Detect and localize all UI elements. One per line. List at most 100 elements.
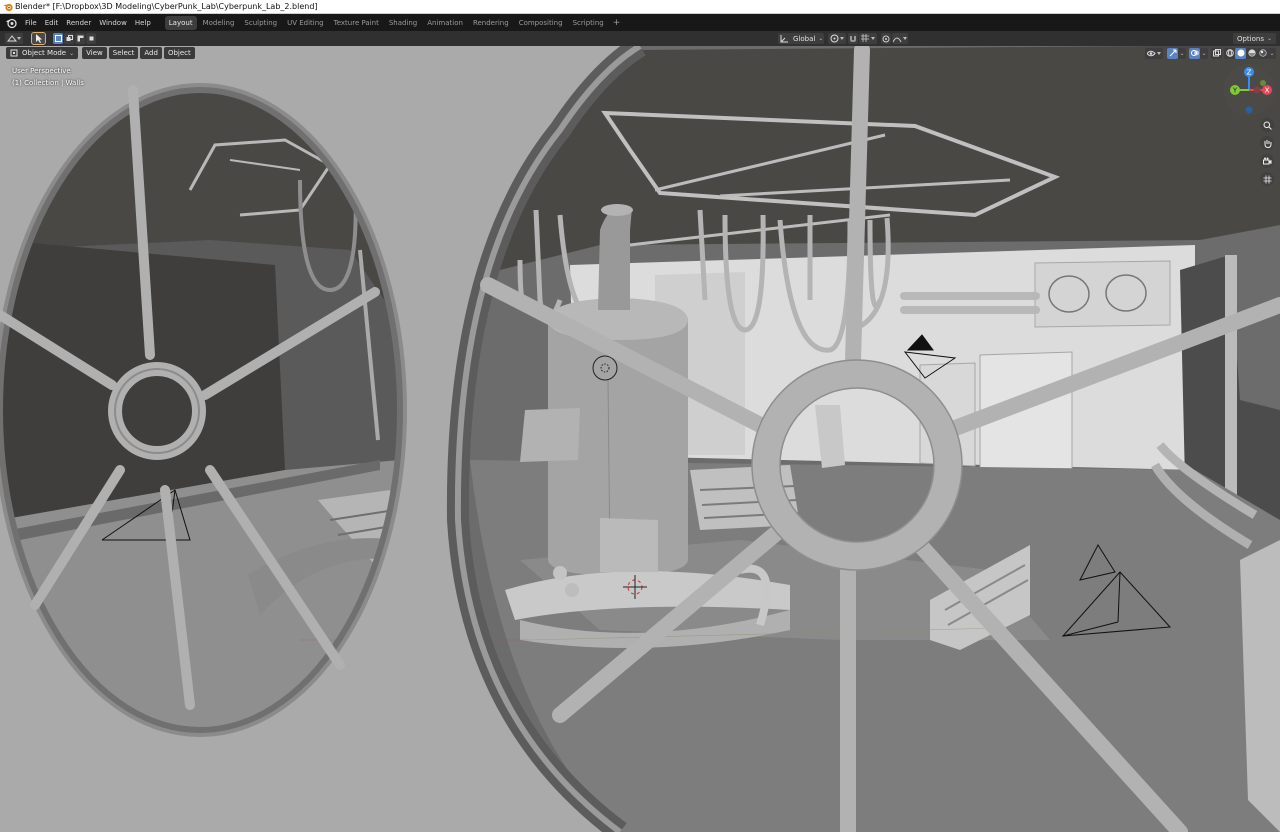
zoom-button[interactable] (1260, 118, 1274, 132)
gizmo-z-label: Z (1247, 69, 1252, 77)
menu-edit[interactable]: Edit (41, 19, 63, 27)
shading-material-button[interactable] (1246, 47, 1257, 59)
select-extend-icon (66, 35, 73, 41)
menu-object[interactable]: Object (163, 47, 195, 59)
cursor-icon (35, 34, 42, 43)
gizmo-icon (1169, 49, 1176, 57)
transform-orientation-select[interactable]: Global ⌄ (778, 33, 824, 44)
tab-rendering[interactable]: Rendering (469, 16, 513, 30)
tab-compositing[interactable]: Compositing (515, 16, 567, 30)
falloff-curve-icon (893, 37, 907, 43)
orientation-icon (780, 35, 788, 43)
menu-file[interactable]: File (21, 19, 41, 27)
options-button[interactable]: Options ⌄ (1232, 33, 1276, 44)
view-name-label: User Perspective (12, 67, 71, 75)
add-workspace-button[interactable]: + (610, 18, 624, 28)
chevron-down-icon: ⌄ (69, 49, 75, 57)
shading-rendered-button[interactable] (1257, 47, 1268, 59)
chevron-down-icon: ⌄ (1269, 49, 1275, 57)
shading-wire-icon (1225, 49, 1234, 57)
menu-window[interactable]: Window (95, 19, 131, 27)
snap-grid-icon (861, 34, 875, 42)
overlay-dropdown[interactable]: ⌄ (1200, 47, 1208, 59)
visibility-select[interactable] (1145, 47, 1163, 59)
pivot-point-select[interactable] (828, 33, 846, 44)
workspace-tabs: Layout Modeling Sculpting UV Editing Tex… (164, 15, 624, 30)
object-mode-icon (10, 49, 18, 57)
chevron-down-icon: ⌄ (1201, 49, 1207, 57)
pan-button[interactable] (1260, 136, 1274, 150)
camera-view-icon (1262, 157, 1271, 164)
menu-add[interactable]: Add (140, 47, 162, 59)
visibility-icon (1147, 50, 1161, 56)
snap-toggle[interactable] (848, 33, 858, 44)
shading-solid-icon (1237, 49, 1244, 57)
shading-wireframe-button[interactable] (1224, 47, 1235, 59)
tab-uv-editing[interactable]: UV Editing (283, 16, 328, 30)
snap-target-select[interactable] (859, 33, 877, 44)
shading-render-icon (1258, 49, 1267, 57)
overlay-icon (1190, 50, 1199, 56)
snap-icon (850, 35, 856, 42)
chevron-down-icon: ⌄ (1179, 49, 1185, 57)
select-tool-button[interactable] (31, 32, 46, 45)
object-mode-select[interactable]: Object Mode ⌄ (6, 47, 79, 59)
viewport-3d[interactable] (0, 31, 1280, 832)
select-mode-extend-button[interactable] (64, 33, 74, 44)
chevron-down-icon: ⌄ (818, 35, 824, 42)
top-bar: File Edit Render Window Help Layout Mode… (0, 14, 1280, 31)
proportional-edit-toggle[interactable] (881, 33, 891, 44)
pivot-icon (830, 34, 844, 43)
shading-dropdown[interactable]: ⌄ (1268, 47, 1276, 59)
camera-view-button[interactable] (1260, 154, 1274, 168)
select-box-icon (54, 35, 62, 42)
select-mode-new-button[interactable] (53, 33, 63, 44)
select-mode-intersect-button[interactable] (86, 33, 96, 44)
grid-ortho-icon (1263, 175, 1271, 183)
tab-animation[interactable]: Animation (423, 16, 467, 30)
tab-texture-paint[interactable]: Texture Paint (330, 16, 383, 30)
menu-select[interactable]: Select (108, 47, 139, 59)
select-mode-subtract-button[interactable] (75, 33, 85, 44)
ortho-toggle-button[interactable] (1260, 172, 1274, 186)
collection-info-label: (1) Collection | Walls (12, 79, 84, 87)
menu-view[interactable]: View (82, 47, 107, 59)
gizmo-dropdown[interactable]: ⌄ (1178, 47, 1186, 59)
tab-scripting[interactable]: Scripting (569, 16, 608, 30)
gizmo-y-label: Y (1232, 87, 1238, 95)
overlay-toggle[interactable] (1189, 47, 1200, 59)
tab-sculpting[interactable]: Sculpting (240, 16, 281, 30)
select-intersect-icon (89, 36, 93, 41)
orientation-label: Global (793, 34, 816, 43)
tab-modeling[interactable]: Modeling (199, 16, 239, 30)
viewport-header: Global ⌄ (0, 31, 1280, 46)
window-title: Blender* [F:\Dropbox\3D Modeling\CyberPu… (15, 2, 318, 11)
xray-icon (1212, 49, 1221, 57)
object-mode-label: Object Mode (22, 49, 67, 57)
select-subtract-icon (77, 35, 83, 42)
editor-type-button[interactable] (5, 33, 23, 44)
tab-layout[interactable]: Layout (164, 15, 197, 30)
editor-type-icon (7, 35, 21, 42)
gizmo-toggle[interactable] (1167, 47, 1178, 59)
os-title-bar: Blender* [F:\Dropbox\3D Modeling\CyberPu… (0, 0, 1280, 14)
tab-shading[interactable]: Shading (385, 16, 421, 30)
chevron-down-icon: ⌄ (1266, 35, 1272, 42)
navigation-gizmo[interactable]: Z X Y (1222, 63, 1276, 117)
zoom-icon (1263, 121, 1272, 130)
options-label: Options (1236, 34, 1264, 43)
gizmo-x-label: X (1265, 87, 1270, 95)
menu-render[interactable]: Render (62, 19, 95, 27)
blender-menu-icon[interactable] (5, 17, 17, 29)
blender-logo-icon (3, 3, 13, 11)
proportional-falloff-select[interactable] (892, 33, 908, 44)
shading-material-icon (1247, 49, 1256, 57)
menu-help[interactable]: Help (131, 19, 155, 27)
pan-hand-icon (1264, 139, 1271, 148)
shading-solid-button[interactable] (1235, 47, 1246, 59)
proportional-icon (882, 35, 890, 42)
viewport-menus: Object Mode ⌄ View Select Add Object (0, 46, 195, 60)
blender-app: Blender* [F:\Dropbox\3D Modeling\CyberPu… (0, 0, 1280, 832)
xray-toggle[interactable] (1211, 47, 1222, 59)
shading-controls: ⌄ ⌄ ⌄ (1145, 46, 1276, 60)
